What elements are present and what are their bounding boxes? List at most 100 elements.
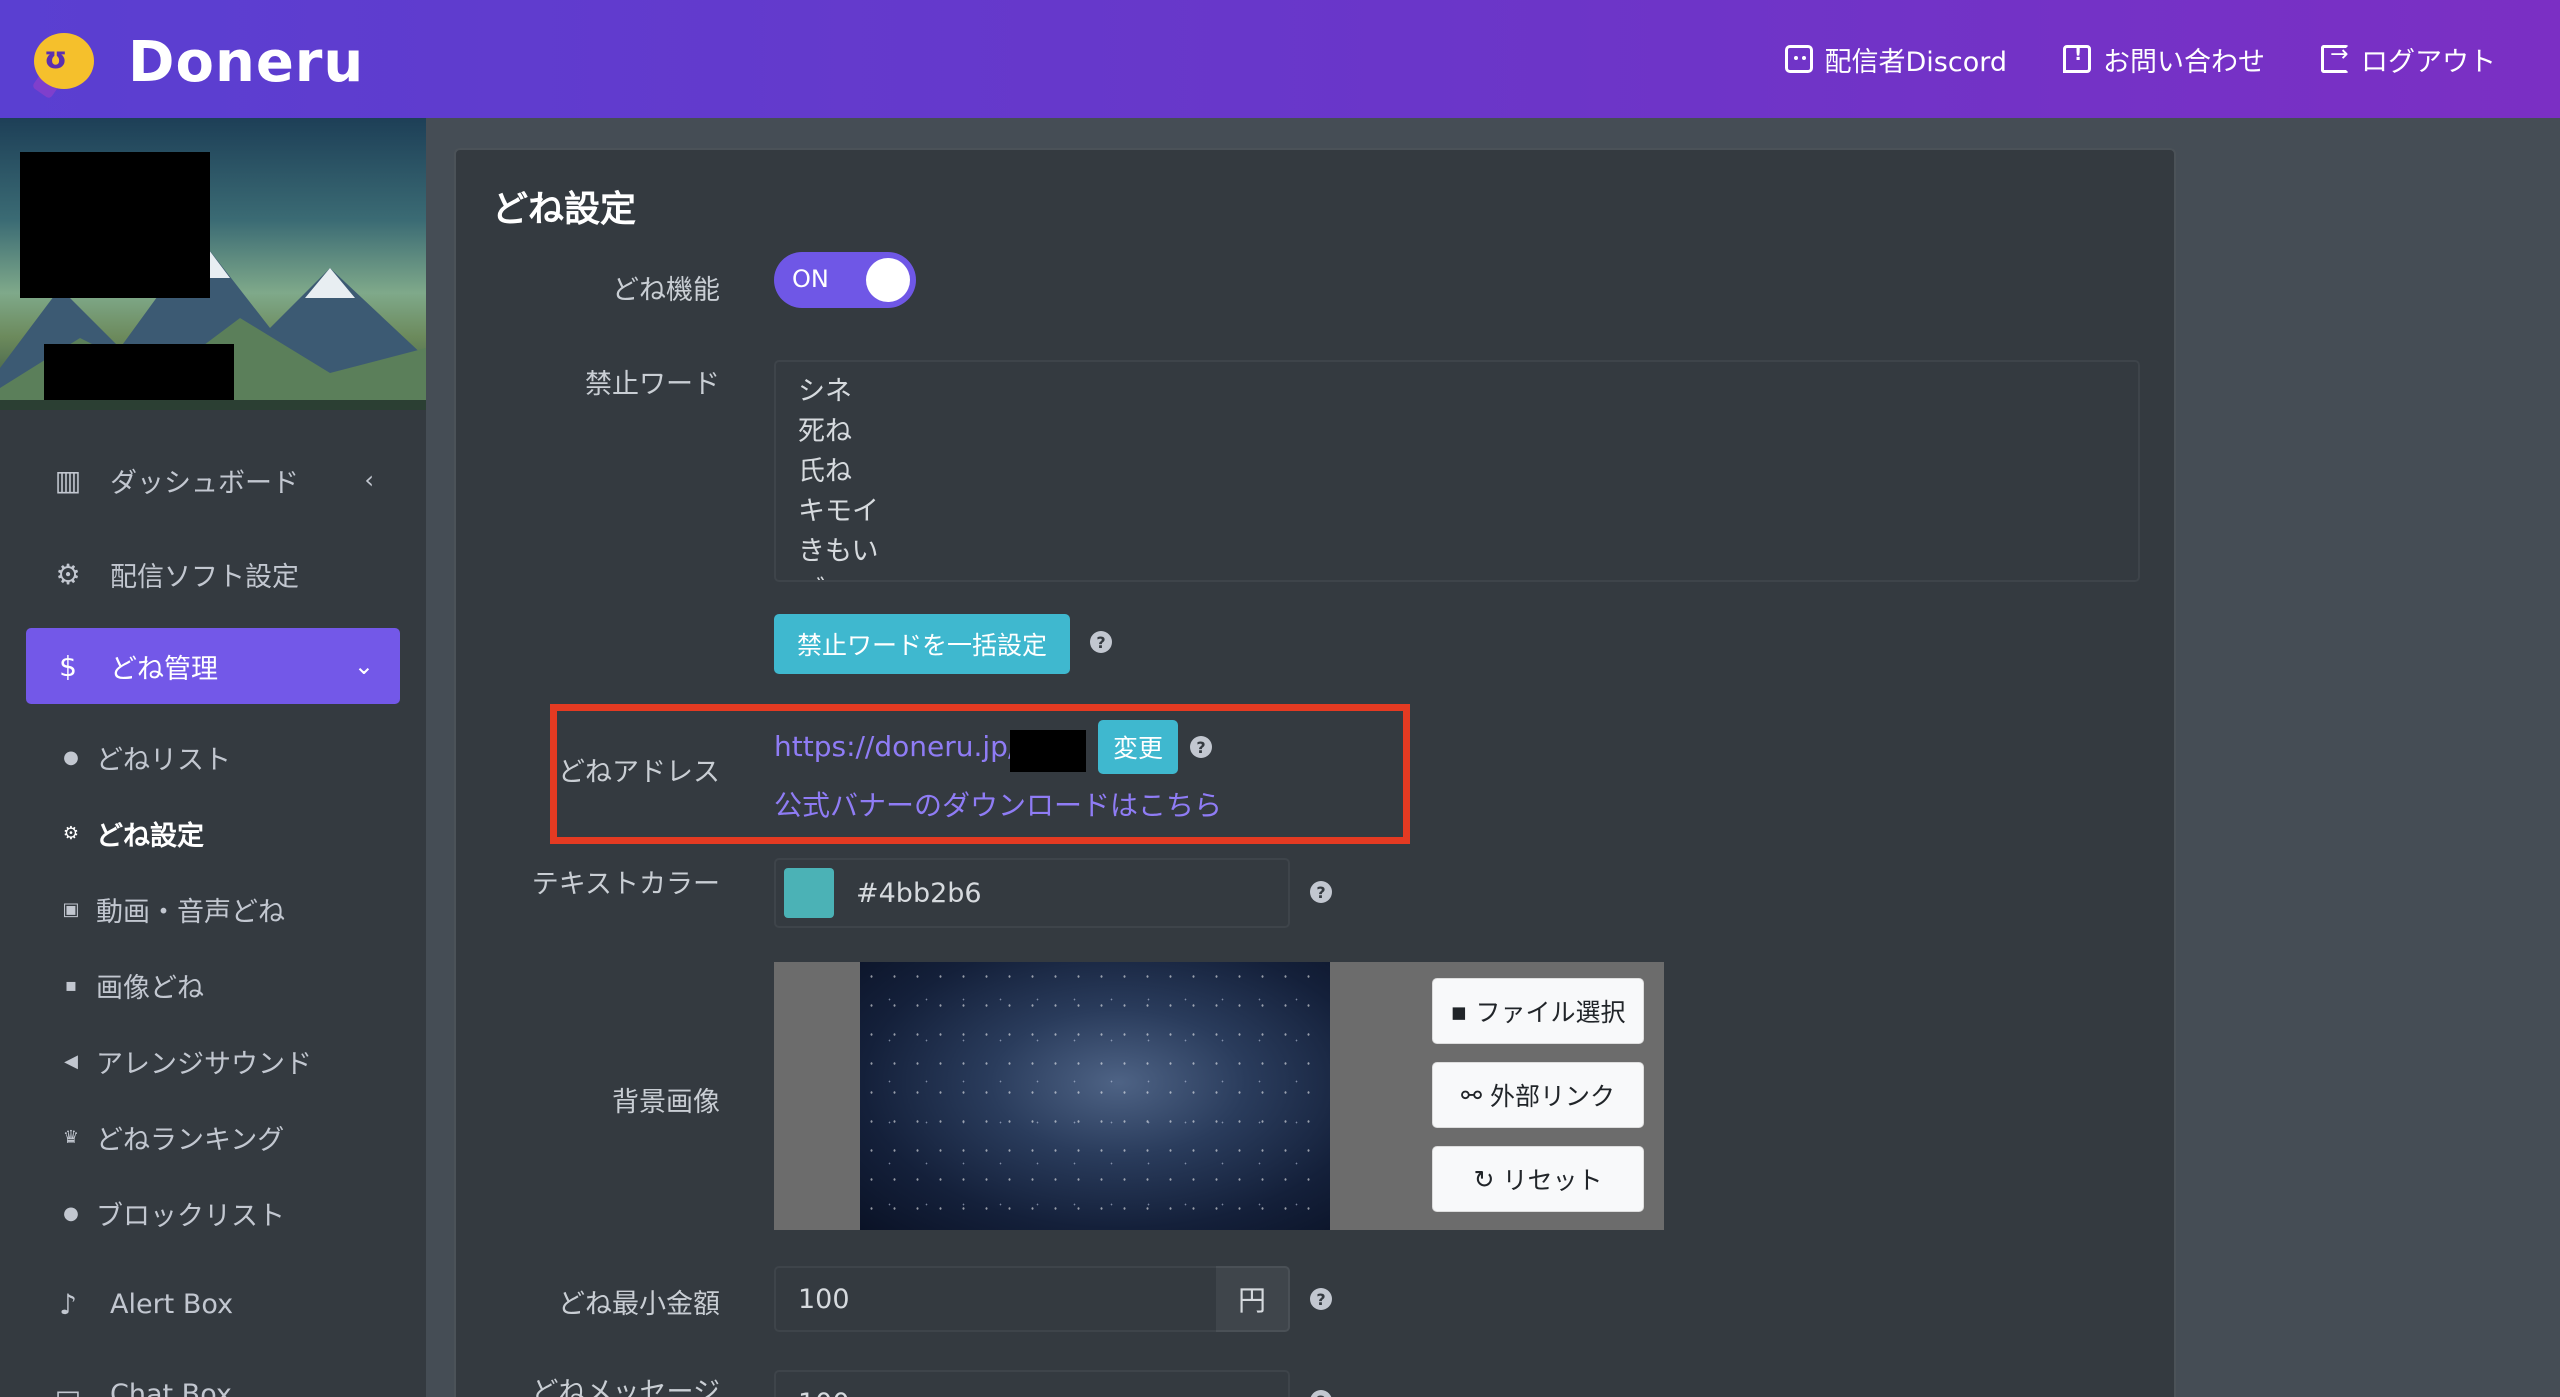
background-image-label: 背景画像	[612, 1087, 720, 1118]
sidebar-sub-label: アレンジサウンド	[96, 1048, 312, 1080]
sidebar-sub-blocklist[interactable]: ● ブロックリスト	[60, 1188, 285, 1238]
image-icon: ▪	[1450, 996, 1468, 1026]
sidebar-sub-done-list[interactable]: ● どねリスト	[60, 732, 231, 782]
reset-icon: ↻	[1473, 1164, 1495, 1194]
sidebar: ▥ ダッシュボード ‹ ⚙ 配信ソフト設定 $ どね管理 ⌄ ● どねリスト ⚙…	[0, 118, 426, 1397]
address-redacted	[1010, 730, 1086, 772]
help-icon[interactable]: ?	[1090, 631, 1112, 653]
reset-button[interactable]: ↻ リセット	[1432, 1146, 1644, 1212]
chat-icon: ▭	[54, 1377, 82, 1397]
sidebar-sub-label: ブロックリスト	[96, 1200, 285, 1232]
sidebar-sub-image-done[interactable]: ▪ 画像どね	[60, 960, 204, 1010]
sidebar-item-alert-box[interactable]: ♪ Alert Box	[26, 1266, 400, 1342]
done-address-link[interactable]: https://doneru.jp/	[774, 730, 1017, 763]
profile-banner	[0, 118, 426, 410]
crown-icon: ♛	[62, 1126, 80, 1148]
dollar-icon: $	[59, 649, 77, 683]
banned-words-label: 禁止ワード	[585, 369, 720, 400]
nav-logout[interactable]: ログアウト	[2321, 40, 2496, 79]
sidebar-sub-label: どね設定	[96, 820, 204, 852]
top-header: ʊ Doneru 配信者Discord お問い合わせ ログアウト	[0, 0, 2560, 118]
page-title: どね設定	[492, 189, 637, 230]
sidebar-item-dashboard[interactable]: ▥ ダッシュボード ‹	[26, 442, 400, 518]
change-address-button[interactable]: 変更	[1098, 720, 1178, 774]
nav-discord[interactable]: 配信者Discord	[1784, 40, 2008, 79]
message-value: 100	[798, 1388, 850, 1397]
sidebar-sub-arrange-sound[interactable]: ◀ アレンジサウンド	[60, 1036, 312, 1086]
nav-contact-label: お問い合わせ	[2103, 46, 2265, 78]
file-select-button[interactable]: ▪ ファイル選択	[1432, 978, 1644, 1044]
done-address-label: どねアドレス	[558, 757, 720, 788]
sidebar-item-software[interactable]: ⚙ 配信ソフト設定	[26, 536, 400, 612]
help-icon[interactable]: ?	[1310, 881, 1332, 903]
sidebar-sub-done-settings[interactable]: ⚙ どね設定	[60, 808, 204, 858]
min-amount-label: どね最小金額	[558, 1289, 720, 1320]
discord-icon	[1784, 45, 1813, 73]
file-select-label: ファイル選択	[1475, 998, 1626, 1027]
contact-icon	[2063, 44, 2091, 73]
user-icon: ●	[63, 746, 79, 768]
banned-word: きもい	[798, 536, 879, 567]
header-nav: 配信者Discord お問い合わせ ログアウト	[1784, 0, 2496, 118]
min-amount-value: 100	[798, 1283, 850, 1315]
bar-chart-icon: ▥	[54, 463, 82, 497]
banned-word: 氏ね	[798, 456, 852, 487]
color-swatch[interactable]	[784, 868, 834, 918]
sidebar-sub-label: 画像どね	[96, 972, 204, 1004]
external-link-button[interactable]: ⚯ 外部リンク	[1432, 1062, 1644, 1128]
sidebar-item-label: Chat Box	[110, 1378, 232, 1397]
avatar	[20, 152, 210, 298]
speaker-icon: ◀	[64, 1050, 78, 1072]
toggle-state: ON	[792, 265, 829, 293]
sidebar-sub-ranking[interactable]: ♛ どねランキング	[60, 1112, 284, 1162]
nav-contact[interactable]: お問い合わせ	[2063, 40, 2265, 79]
done-function-label: どね機能	[612, 275, 720, 306]
background-preview-image	[860, 962, 1330, 1230]
sidebar-sub-label: どねリスト	[96, 744, 231, 776]
banner-download-link[interactable]: 公式バナーのダウンロードはこちら	[774, 784, 1222, 824]
brand-name: Doneru	[128, 30, 365, 95]
help-icon[interactable]: ?	[1190, 736, 1212, 758]
sidebar-sub-label: 動画・音声どね	[96, 896, 285, 928]
banned-word: 死ね	[798, 416, 852, 447]
banned-word: キモイ	[798, 496, 879, 527]
sidebar-item-chat-box[interactable]: ▭ Chat Box	[26, 1356, 400, 1397]
min-amount-input[interactable]: 100	[774, 1266, 1218, 1332]
message-input[interactable]: 100	[774, 1370, 1290, 1397]
done-function-toggle[interactable]: ON	[774, 252, 916, 308]
nav-discord-label: 配信者Discord	[1824, 46, 2008, 78]
logout-icon	[2321, 42, 2349, 73]
link-icon: ⚯	[1461, 1080, 1482, 1110]
gear-icon: ⚙	[62, 822, 80, 844]
text-color-value: #4bb2b6	[856, 877, 982, 909]
chevron-down-icon: ⌄	[353, 652, 374, 680]
sidebar-sub-media-done[interactable]: ▣ 動画・音声どね	[60, 884, 285, 934]
text-color-input[interactable]: #4bb2b6	[774, 858, 1290, 928]
banned-word: シネ	[798, 376, 852, 407]
user-block-icon: ●	[63, 1202, 79, 1224]
help-icon[interactable]: ?	[1310, 1288, 1332, 1310]
external-link-label: 外部リンク	[1489, 1082, 1615, 1111]
brand-logo[interactable]: ʊ Doneru	[31, 30, 365, 99]
message-label: どねメッセージ	[531, 1377, 720, 1397]
media-icon: ▣	[62, 898, 80, 920]
banned-word: ブス	[798, 572, 2116, 580]
username-redacted	[44, 344, 234, 400]
sidebar-item-done-management[interactable]: $ どね管理 ⌄	[26, 628, 400, 704]
image-icon: ▪	[64, 974, 78, 996]
bell-icon: ♪	[59, 1287, 77, 1321]
toggle-knob	[866, 258, 910, 302]
sidebar-item-label: ダッシュボード	[110, 467, 299, 499]
nav-logout-label: ログアウト	[2361, 46, 2496, 78]
chevron-left-icon: ‹	[364, 466, 374, 494]
sidebar-item-label: Alert Box	[110, 1288, 234, 1320]
gear-icon: ⚙	[55, 557, 81, 591]
sidebar-item-label: 配信ソフト設定	[110, 561, 299, 593]
sidebar-item-label: どね管理	[110, 653, 218, 685]
reset-label: リセット	[1502, 1166, 1603, 1195]
logo-icon: ʊ	[31, 32, 94, 99]
banned-words-textarea[interactable]: シネ 死ね 氏ね キモイ きもい ブス	[774, 360, 2140, 582]
bulk-banned-words-button[interactable]: 禁止ワードを一括設定	[774, 614, 1070, 674]
yen-unit: 円	[1216, 1266, 1290, 1332]
sidebar-sub-label: どねランキング	[96, 1124, 285, 1156]
